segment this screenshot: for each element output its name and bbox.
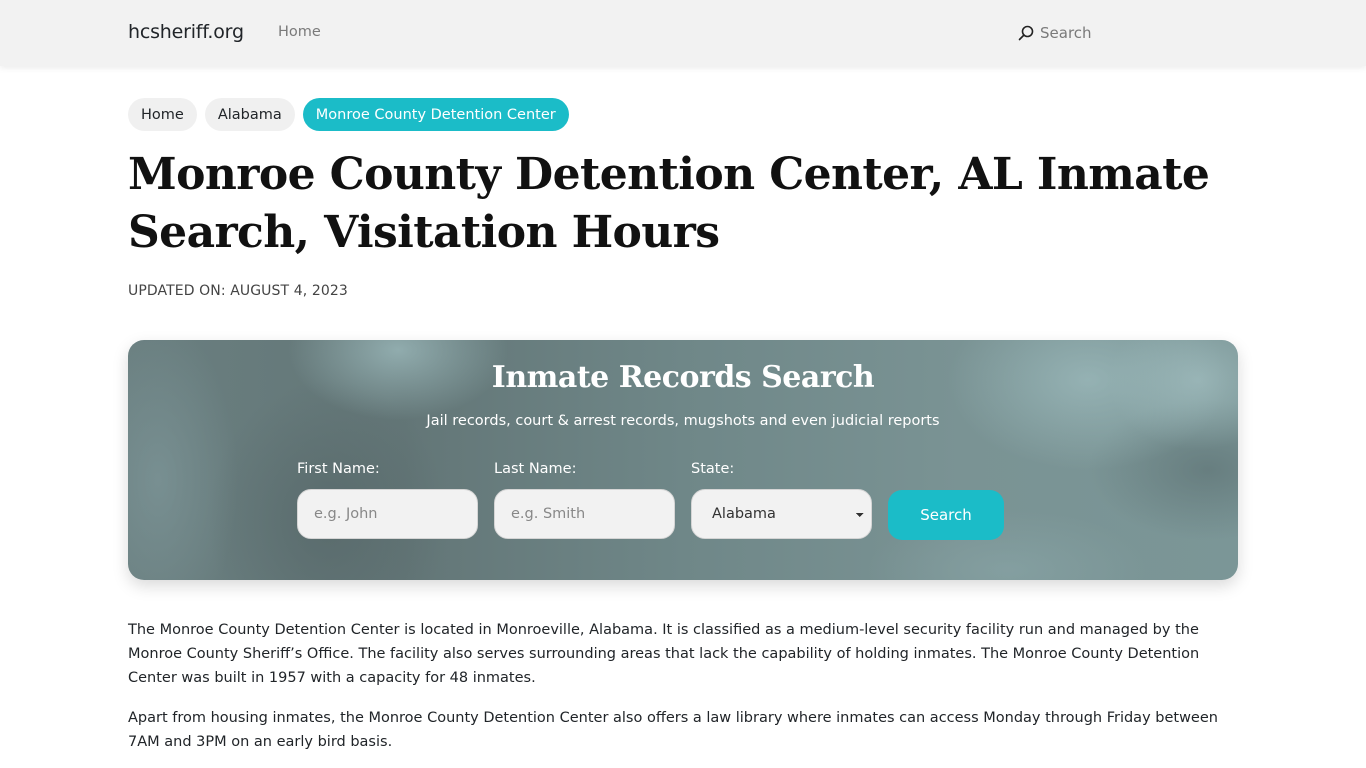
site-logo-link[interactable]: hcsheriff.org bbox=[128, 21, 244, 43]
search-card-subtitle: Jail records, court & arrest records, mu… bbox=[426, 413, 940, 429]
paragraph-law-library: Apart from housing inmates, the Monroe C… bbox=[128, 710, 1218, 750]
search-icon bbox=[1018, 25, 1034, 41]
header-search-label: Search bbox=[1040, 24, 1092, 42]
state-select[interactable]: Alabama bbox=[691, 489, 872, 539]
breadcrumb: Home Alabama Monroe County Detention Cen… bbox=[128, 98, 569, 131]
search-card-title: Inmate Records Search bbox=[491, 360, 875, 395]
article-content: The Monroe County Detention Center is lo… bbox=[128, 618, 1238, 768]
state-field-group: State: Alabama bbox=[691, 461, 872, 539]
nav-link-home[interactable]: Home bbox=[278, 24, 321, 40]
page-title: Monroe County Detention Center, AL Inmat… bbox=[128, 149, 1210, 258]
last-name-field-group: Last Name: bbox=[494, 461, 675, 539]
state-label: State: bbox=[691, 461, 735, 477]
top-navbar: hcsheriff.org Home Search bbox=[0, 0, 1366, 66]
inmate-search-button[interactable]: Search bbox=[888, 490, 1004, 540]
first-name-label: First Name: bbox=[297, 461, 380, 477]
breadcrumb-home[interactable]: Home bbox=[128, 98, 197, 131]
first-name-input[interactable] bbox=[297, 489, 478, 539]
paragraph-intro: The Monroe County Detention Center is lo… bbox=[128, 622, 1200, 686]
updated-date: UPDATED ON: AUGUST 4, 2023 bbox=[128, 283, 348, 299]
last-name-input[interactable] bbox=[494, 489, 675, 539]
header-search-button[interactable]: Search bbox=[1018, 24, 1092, 42]
first-name-field-group: First Name: bbox=[297, 461, 478, 539]
breadcrumb-alabama[interactable]: Alabama bbox=[204, 98, 295, 131]
last-name-label: Last Name: bbox=[494, 461, 577, 477]
inmate-search-card: Inmate Records Search Jail records, cour… bbox=[128, 340, 1238, 580]
breadcrumb-current-page[interactable]: Monroe County Detention Center bbox=[302, 98, 569, 131]
